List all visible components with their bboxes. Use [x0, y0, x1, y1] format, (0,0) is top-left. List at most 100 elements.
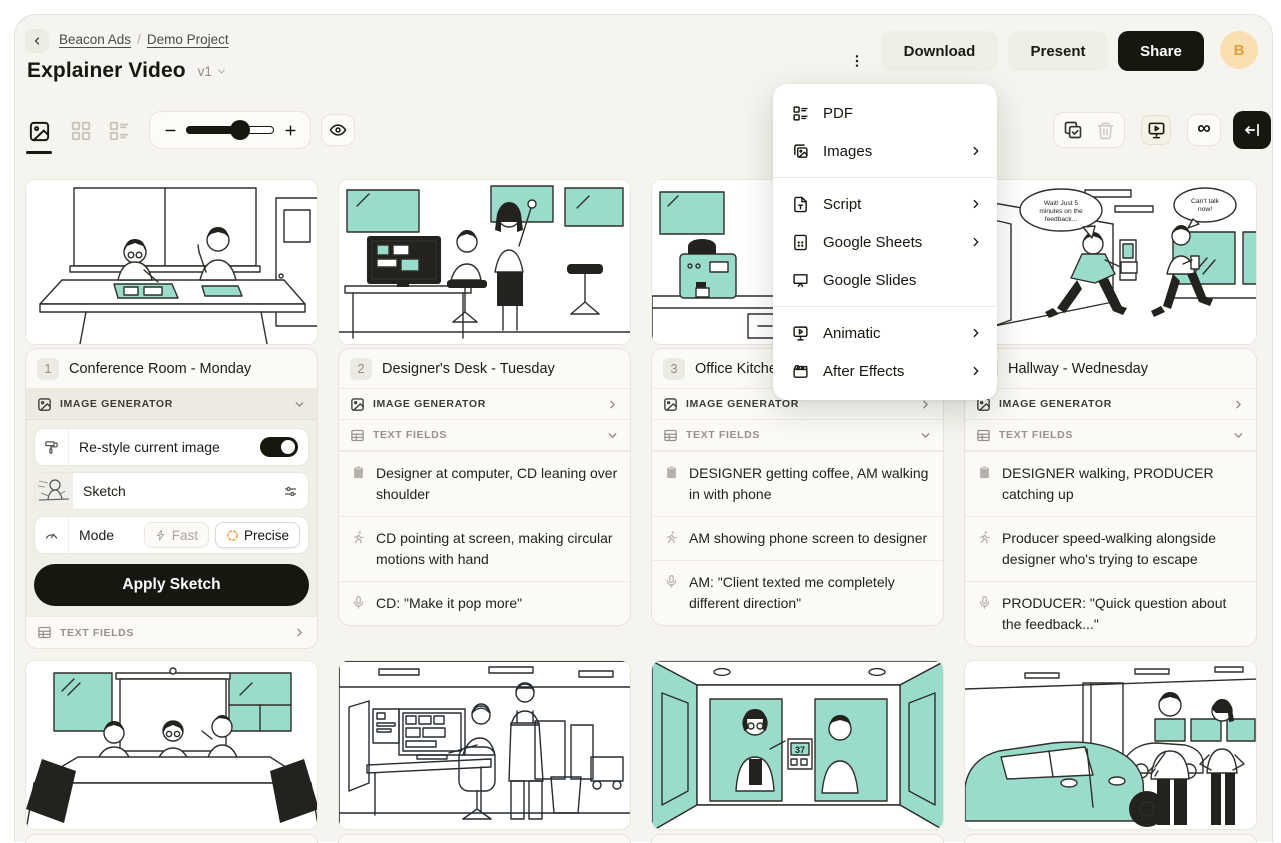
text-field-dialogue[interactable]: PRODUCER: "Quick question about the feed… — [965, 581, 1256, 646]
parking-garage-illustration — [965, 661, 1257, 830]
version-label: v1 — [198, 64, 212, 79]
selection-toolbar — [1053, 112, 1125, 148]
menu-item-label: PDF — [823, 105, 983, 122]
restyle-toggle[interactable] — [260, 437, 298, 457]
storyboard-image-7[interactable]: 37 — [651, 660, 944, 830]
mode-row: Mode Fast Precise — [34, 516, 309, 554]
frame-view-button[interactable] — [25, 117, 53, 145]
grid-view-button[interactable] — [67, 117, 95, 145]
image-generator-section-header[interactable]: IMAGE GENERATOR — [965, 389, 1256, 420]
storyboard-image-4[interactable]: Wait! Just 5 minutes on the feedback... … — [964, 179, 1257, 345]
back-button[interactable] — [25, 29, 49, 53]
menu-item-images[interactable]: Images — [773, 132, 997, 170]
zoom-slider-thumb[interactable] — [230, 120, 250, 140]
mode-precise-button[interactable]: Precise — [215, 522, 300, 548]
collapse-sidebar-button[interactable] — [1233, 111, 1271, 149]
frame-panel-4: Hallway - Wednesday IMAGE GENERATOR TEXT… — [964, 348, 1257, 647]
mode-fast-button[interactable]: Fast — [144, 522, 209, 548]
frame-panel-1: 1 Conference Room - Monday IMAGE GENERAT… — [25, 348, 318, 649]
zoom-in-button[interactable] — [282, 118, 298, 142]
menu-item-label: Animatic — [823, 325, 955, 342]
storyboard-image-2[interactable] — [338, 179, 631, 345]
text-field-action[interactable]: CD pointing at screen, making circular m… — [339, 516, 630, 581]
more-options-button[interactable] — [846, 41, 868, 81]
dark-office-illustration — [339, 661, 631, 830]
apply-sketch-button[interactable]: Apply Sketch — [34, 564, 309, 606]
text-fields-section-header[interactable]: TEXT FIELDS — [965, 420, 1256, 451]
menu-item-google-sheets[interactable]: Google Sheets — [773, 223, 997, 261]
text-fields-section-header[interactable]: TEXT FIELDS — [652, 420, 943, 451]
version-selector[interactable]: v1 — [198, 64, 227, 79]
breadcrumb-link-project[interactable]: Beacon Ads — [59, 32, 131, 47]
precise-label: Precise — [244, 528, 289, 543]
image-generator-label: IMAGE GENERATOR — [60, 398, 173, 410]
minus-icon — [164, 124, 177, 137]
menu-item-after-effects[interactable]: After Effects — [773, 352, 997, 390]
download-button[interactable]: Download — [881, 31, 998, 71]
lightning-icon — [155, 529, 167, 541]
storyboard-image-6[interactable] — [338, 660, 631, 830]
grid-view-icon — [70, 120, 92, 142]
storyboard-image-8[interactable] — [964, 660, 1257, 830]
text-field-dialogue[interactable]: AM: "Client texted me completely differe… — [652, 560, 943, 625]
screen-play-icon — [1147, 121, 1166, 140]
toggle-knob — [281, 440, 295, 454]
image-generator-section-header[interactable]: IMAGE GENERATOR — [26, 389, 317, 420]
style-name: Sketch — [83, 483, 283, 499]
style-settings-button[interactable] — [283, 484, 298, 499]
present-button[interactable]: Present — [1008, 31, 1108, 71]
menu-divider — [773, 177, 997, 178]
image-icon — [37, 397, 52, 412]
image-generator-section-header[interactable]: IMAGE GENERATOR — [339, 389, 630, 420]
animatic-preview-button[interactable] — [1141, 115, 1171, 145]
delete-button[interactable] — [1093, 118, 1117, 142]
frame-title[interactable]: Hallway - Wednesday — [1008, 361, 1148, 377]
image-icon — [663, 397, 678, 412]
table-icon — [976, 428, 991, 443]
page-title: Explainer Video — [27, 59, 186, 83]
chevron-down-icon — [216, 66, 227, 77]
text-field-description[interactable]: DESIGNER getting coffee, AM walking in w… — [652, 451, 943, 516]
text-field-action[interactable]: AM showing phone screen to designer — [652, 516, 943, 560]
storyboard-image-1[interactable] — [25, 179, 318, 345]
chevron-down-icon — [293, 398, 306, 411]
arrow-to-line-icon — [1243, 121, 1261, 139]
runner-icon — [664, 530, 679, 549]
text-field-action[interactable]: Producer speed-walking alongside designe… — [965, 516, 1256, 581]
eye-icon — [329, 121, 347, 139]
select-all-button[interactable] — [1061, 118, 1085, 142]
select-all-icon — [1063, 120, 1083, 140]
text-fields-section-header[interactable]: TEXT FIELDS — [339, 420, 630, 451]
loop-button[interactable]: ∞ — [1187, 114, 1221, 146]
chevron-right-icon — [969, 364, 983, 378]
meeting-room-illustration — [26, 661, 318, 830]
text-field-description[interactable]: Designer at computer, CD leaning over sh… — [339, 451, 630, 516]
avatar[interactable]: B — [1220, 31, 1258, 69]
breadcrumb-link-board[interactable]: Demo Project — [147, 32, 229, 47]
list-view-button[interactable] — [105, 117, 133, 145]
text-field-dialogue[interactable]: CD: "Make it pop more" — [339, 581, 630, 625]
visibility-button[interactable] — [321, 114, 355, 146]
style-row[interactable]: Sketch — [34, 472, 309, 510]
zoom-out-button[interactable] — [162, 118, 178, 142]
google-sheets-icon — [791, 234, 809, 251]
kebab-menu-icon — [849, 53, 865, 69]
frame-title[interactable]: Conference Room - Monday — [69, 361, 251, 377]
image-generator-body: Re-style current image Sketch Mode Fas — [26, 420, 317, 617]
microphone-icon — [977, 595, 992, 635]
frame-title[interactable]: Office Kitche — [695, 361, 777, 377]
frame-title[interactable]: Designer's Desk - Tuesday — [382, 361, 555, 377]
conference-room-illustration — [26, 180, 318, 345]
menu-item-animatic[interactable]: Animatic — [773, 314, 997, 352]
breadcrumb: Beacon Ads/Demo Project — [59, 32, 229, 47]
runner-icon — [351, 530, 366, 570]
menu-item-script[interactable]: Script — [773, 185, 997, 223]
menu-item-pdf[interactable]: PDF — [773, 94, 997, 132]
text-field-description[interactable]: DESIGNER walking, PRODUCER catching up — [965, 451, 1256, 516]
share-button[interactable]: Share — [1118, 31, 1204, 71]
text-fields-section-header[interactable]: TEXT FIELDS — [26, 617, 317, 648]
storyboard-image-5[interactable] — [25, 660, 318, 830]
zoom-control — [149, 111, 311, 149]
menu-item-google-slides[interactable]: Google Slides — [773, 261, 997, 299]
zoom-slider[interactable] — [186, 126, 274, 134]
